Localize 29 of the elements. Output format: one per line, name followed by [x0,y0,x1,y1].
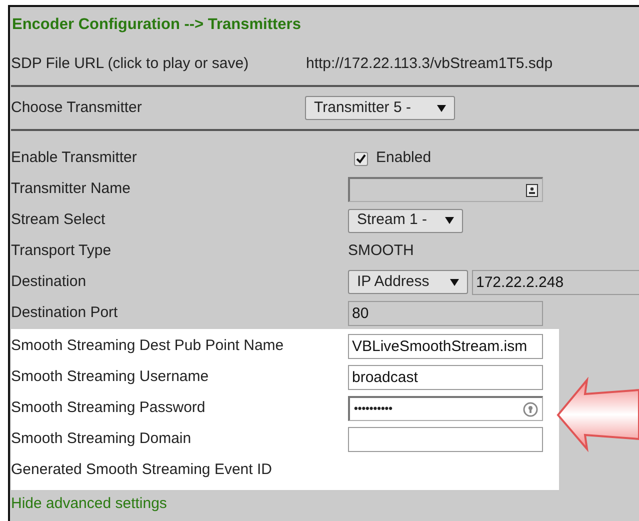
field-label: Stream Select [11,210,106,230]
caret-icon [450,278,459,286]
text-field[interactable] [348,427,543,452]
field-label: Smooth Streaming Username [11,367,210,388]
field-label: SDP File URL (click to play or save) [11,54,250,74]
transmitter-select[interactable]: Transmitter 5 - [305,96,455,120]
checkbox-label: Enabled [376,148,432,168]
field-label: Transport Type [11,241,112,262]
caret-icon [437,104,446,112]
field-label: Choose Transmitter [11,98,143,118]
page-title: Encoder Configuration --> Transmitters [12,16,301,33]
password-field[interactable]: •••••••••• [348,396,543,421]
field-value: SMOOTH [348,241,414,262]
sdp-url-link[interactable]: http://172.22.113.3/vbStream1T5.sdp [306,52,553,76]
field-label: Smooth Streaming Domain [11,429,192,450]
field-label: Smooth Streaming Dest Pub Point Name [11,336,285,356]
checkbox[interactable] [354,152,368,166]
field-label: Generated Smooth Streaming Event ID [11,460,273,480]
field-label: Destination Port [11,303,119,324]
key-icon [523,402,538,416]
field-label: Destination [11,272,88,292]
field-label: Smooth Streaming Password [11,398,206,418]
text-field[interactable]: VBLiveSmoothStream.ism [348,334,543,359]
caret-icon [445,217,454,224]
text-field[interactable]: broadcast [348,365,543,390]
contact-card-icon [526,184,538,196]
field-label: Transmitter Name [11,179,132,200]
field-label: Enable Transmitter [11,148,138,168]
dropdown[interactable]: Stream 1 - [348,208,463,232]
